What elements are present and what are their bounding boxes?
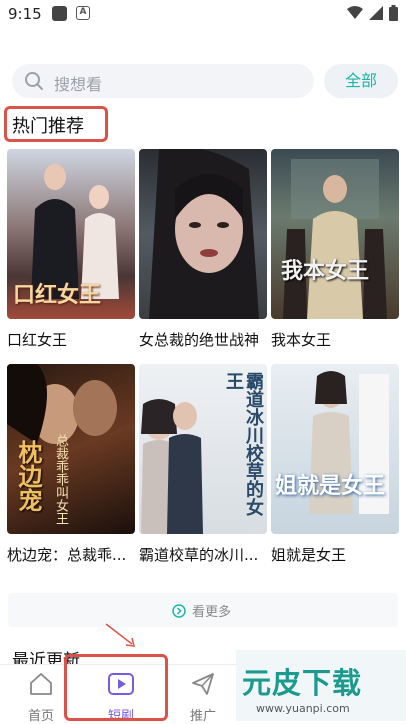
all-button[interactable]: 全部: [324, 64, 398, 98]
status-time: 9:15: [8, 5, 42, 23]
drama-title: 枕边宠：总裁乖...: [7, 546, 127, 564]
highlight-box-hot-title: [4, 106, 108, 142]
drama-card[interactable]: 枕边宠 总裁乖乖叫女王 枕边宠：总裁乖...: [7, 364, 135, 565]
tab-promote-label: 推广: [189, 709, 216, 724]
wifi-icon: [347, 6, 363, 19]
home-icon: [30, 673, 52, 695]
drama-poster: 我本女王: [271, 149, 399, 319]
status-bar: 9:15 A: [0, 0, 406, 30]
drama-poster-subtitle: 总裁乖乖叫女王: [53, 434, 68, 525]
search-row: 搜想看 全部: [12, 64, 398, 98]
battery-icon: [389, 5, 398, 21]
annotation-arrow: [105, 623, 135, 647]
drama-title: 女总裁的绝世战神: [139, 331, 260, 349]
drama-card[interactable]: 口红女王 口红女王: [7, 149, 135, 350]
notification-icon: [52, 6, 67, 21]
signal-icon: [369, 6, 383, 20]
drama-poster: 枕边宠 总裁乖乖叫女王: [7, 364, 135, 534]
search-input[interactable]: 搜想看: [12, 64, 314, 98]
drama-title: 霸道校草的冰川...: [139, 546, 259, 564]
drama-poster: 口红女王: [7, 149, 135, 319]
drama-poster: [139, 149, 267, 319]
send-icon: [192, 673, 214, 695]
search-placeholder: 搜想看: [54, 75, 103, 94]
search-icon: [25, 72, 43, 90]
watermark-url: www.yuanpi.com: [256, 702, 350, 715]
drama-title: 口红女王: [7, 331, 68, 349]
drama-poster-title: 霸道冰川校草的女王: [223, 372, 264, 516]
drama-poster-title: 口红女王: [13, 282, 102, 308]
drama-poster-title: 我本女王: [281, 258, 370, 284]
see-more-label: 看更多: [192, 605, 232, 620]
drama-poster-title: 姐就是女王: [275, 473, 386, 499]
drama-poster: 霸道冰川校草的女王: [139, 364, 267, 534]
highlight-box-shorts-tab: [64, 654, 168, 721]
drama-title: 姐就是女王: [271, 546, 347, 564]
watermark: 元皮下载 www.yuanpi.com: [236, 650, 406, 721]
drama-title: 我本女王: [271, 331, 332, 349]
tab-promote[interactable]: 推广: [168, 671, 238, 724]
drama-poster-title: 枕边宠: [14, 440, 43, 512]
drama-card[interactable]: 女总裁的绝世战神: [139, 149, 267, 350]
arrow-circle-icon: [172, 603, 186, 618]
app-notification-icon: A: [76, 6, 90, 20]
drama-card[interactable]: 姐就是女王 姐就是女王: [271, 364, 399, 565]
drama-card[interactable]: 霸道冰川校草的女王 霸道校草的冰川...: [139, 364, 267, 565]
drama-poster: 姐就是女王: [271, 364, 399, 534]
drama-card[interactable]: 我本女王 我本女王: [271, 149, 399, 350]
watermark-brand: 元皮下载: [242, 666, 363, 700]
see-more-button[interactable]: 看更多: [8, 593, 398, 627]
